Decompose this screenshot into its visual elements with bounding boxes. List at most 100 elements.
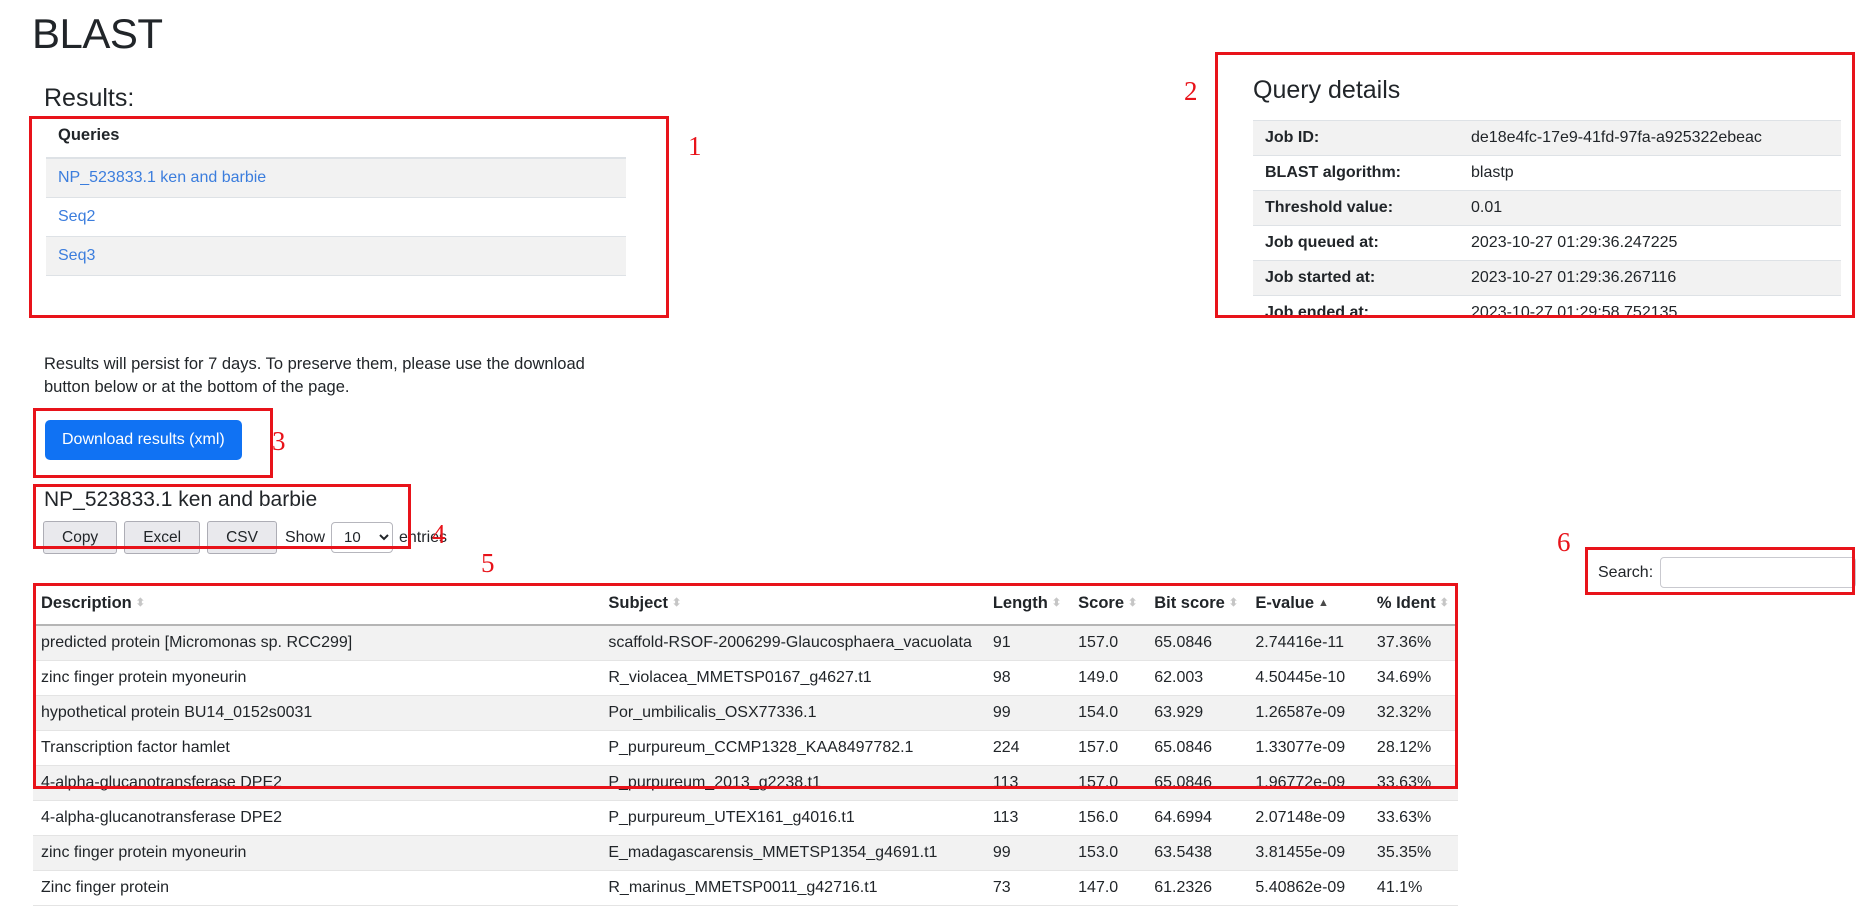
results-column-header-ident[interactable]: % Ident ⬍: [1368, 585, 1458, 626]
blast-hits-table: Description ⬍ Subject ⬍ Length ⬍ Score ⬍ Bit sco…: [33, 585, 1458, 906]
cell-length: 73: [984, 870, 1071, 906]
show-label: Show: [284, 528, 325, 546]
results-column-header-evalue[interactable]: E-value ▲: [1247, 585, 1369, 626]
table-row[interactable]: 4-alpha-glucanotransferase DPE2 P_purpure…: [33, 800, 1458, 836]
query-cell: Seq2: [46, 197, 626, 237]
cell-evalue: 4.50445e-10: [1247, 660, 1369, 696]
results-table-container: Description ⬍ Subject ⬍ Length ⬍ Score ⬍ Bit sco…: [33, 585, 1458, 906]
query-link[interactable]: Seq2: [58, 208, 95, 225]
cell-score: 157.0: [1070, 625, 1147, 661]
results-column-header-bit_score[interactable]: Bit score ⬍: [1146, 585, 1248, 626]
queries-header-row: Queries: [46, 116, 626, 159]
cell-length: 113: [984, 765, 1071, 801]
cell-description: Zinc finger protein: [33, 870, 601, 906]
query-details-panel: Query details Job ID: de18e4fc-17e9-41fd-…: [1215, 52, 1855, 330]
cell-evalue: 1.33077e-09: [1247, 730, 1369, 766]
download-results-xml-button[interactable]: Download results (xml): [45, 420, 242, 460]
query-link[interactable]: Seq3: [58, 247, 95, 264]
annotation-number-1: 1: [688, 131, 702, 161]
query-cell: Seq3: [46, 236, 626, 276]
query-detail-label: Job queued at:: [1253, 225, 1459, 261]
queries-table: Queries NP_523833.1 ken and barbie Seq2 Se…: [46, 116, 626, 276]
cell-description: zinc finger protein myoneurin: [33, 660, 601, 696]
results-heading: Results:: [44, 84, 135, 112]
table-row[interactable]: 4-alpha-glucanotransferase DPE2 P_purpure…: [33, 765, 1458, 801]
query-detail-row: Job queued at: 2023-10-27 01:29:36.247225: [1253, 225, 1841, 261]
cell-description: hypothetical protein BU14_0152s0031: [33, 695, 601, 731]
query-detail-row: BLAST algorithm: blastp: [1253, 155, 1841, 191]
search-input[interactable]: [1660, 557, 1857, 588]
csv-button[interactable]: CSV: [207, 521, 277, 555]
cell-score: 149.0: [1070, 660, 1147, 696]
cell-ident: 34.69%: [1368, 660, 1458, 696]
entries-label: entries: [399, 528, 448, 546]
table-row[interactable]: hypothetical protein BU14_0152s0031 Por_u…: [33, 695, 1458, 731]
annotation-number-6: 6: [1557, 527, 1571, 557]
results-column-label: Subject: [608, 594, 668, 612]
cell-evalue: 2.07148e-09: [1247, 800, 1369, 836]
cell-subject: P_purpureum_CCMP1328_KAA8497782.1: [600, 730, 985, 766]
cell-bit_score: 63.5438: [1146, 835, 1248, 871]
results-column-header-subject[interactable]: Subject ⬍: [600, 585, 985, 626]
download-button-container: Download results (xml): [33, 408, 273, 478]
cell-ident: 32.32%: [1368, 695, 1458, 731]
query-list-item[interactable]: Seq2: [46, 197, 626, 237]
cell-length: 99: [984, 835, 1071, 871]
cell-score: 147.0: [1070, 870, 1147, 906]
table-row[interactable]: Zinc finger protein R_marinus_MMETSP0011_…: [33, 870, 1458, 906]
sort-neutral-icon: ⬍: [1439, 597, 1449, 610]
cell-ident: 28.12%: [1368, 730, 1458, 766]
sort-neutral-icon: ⬍: [135, 597, 145, 610]
cell-bit_score: 65.0846: [1146, 765, 1248, 801]
table-row[interactable]: Transcription factor hamlet P_purpureum_C…: [33, 730, 1458, 766]
query-list-item[interactable]: Seq3: [46, 236, 626, 276]
copy-button[interactable]: Copy: [43, 521, 118, 555]
hit-table-title: NP_523833.1 ken and barbie: [44, 488, 318, 511]
query-link[interactable]: NP_523833.1 ken and barbie: [58, 169, 266, 186]
query-detail-value: 2023-10-27 01:29:36.267116: [1459, 260, 1841, 296]
query-detail-row: Job ended at: 2023-10-27 01:29:58.752135: [1253, 295, 1841, 330]
query-detail-value: de18e4fc-17e9-41fd-97fa-a925322ebeac: [1459, 120, 1841, 156]
cell-bit_score: 61.2326: [1146, 870, 1248, 906]
entries-length-control: Show 102550100 entries: [284, 522, 448, 554]
cell-length: 98: [984, 660, 1071, 696]
results-column-label: % Ident: [1376, 594, 1436, 612]
results-column-header-length[interactable]: Length ⬍: [984, 585, 1071, 626]
query-details-table: Job ID: de18e4fc-17e9-41fd-97fa-a925322eb…: [1253, 120, 1841, 330]
query-list-item[interactable]: NP_523833.1 ken and barbie: [46, 158, 626, 198]
cell-evalue: 3.81455e-09: [1247, 835, 1369, 871]
results-column-label: Score: [1078, 594, 1124, 612]
cell-description: predicted protein [Micromonas sp. RCC299…: [33, 625, 601, 661]
cell-evalue: 5.40862e-09: [1247, 870, 1369, 906]
hit-table-toolbar: NP_523833.1 ken and barbie Copy Excel CS…: [33, 484, 447, 555]
search-control: Search:: [1598, 557, 1857, 588]
cell-description: zinc finger protein myoneurin: [33, 835, 601, 871]
cell-ident: 41.1%: [1368, 870, 1458, 906]
query-cell: NP_523833.1 ken and barbie: [46, 158, 626, 198]
query-detail-label: Threshold value:: [1253, 190, 1459, 226]
query-detail-label: Job ended at:: [1253, 295, 1459, 330]
sort-neutral-icon: ⬍: [1228, 597, 1239, 610]
cell-subject: R_violacea_MMETSP0167_g4627.t1: [600, 660, 985, 696]
search-panel: Search:: [1585, 547, 1857, 595]
annotation-number-3: 3: [272, 426, 286, 456]
table-row[interactable]: zinc finger protein myoneurin E_madagasca…: [33, 835, 1458, 871]
excel-button[interactable]: Excel: [124, 521, 201, 555]
table-row[interactable]: predicted protein [Micromonas sp. RCC299…: [33, 625, 1458, 661]
queries-panel: Queries NP_523833.1 ken and barbie Seq2 Se…: [29, 116, 669, 318]
cell-subject: P_purpureum_UTEX161_g4016.t1: [600, 800, 985, 836]
sort-neutral-icon: ⬍: [671, 597, 682, 610]
table-row[interactable]: zinc finger protein myoneurin R_violacea_…: [33, 660, 1458, 696]
results-column-header-description[interactable]: Description ⬍: [33, 585, 601, 626]
query-detail-value: 0.01: [1459, 190, 1841, 226]
results-column-label: Description: [41, 594, 132, 612]
cell-ident: 33.63%: [1368, 765, 1458, 801]
cell-subject: Por_umbilicalis_OSX77336.1: [600, 695, 985, 731]
results-persistence-note: Results will persist for 7 days. To pres…: [44, 354, 585, 397]
entries-per-page-select[interactable]: 102550100: [331, 522, 393, 554]
results-column-header-score[interactable]: Score ⬍: [1070, 585, 1147, 626]
cell-length: 113: [984, 800, 1071, 836]
sort-neutral-icon: ⬍: [1128, 597, 1138, 610]
results-header-row: Description ⬍ Subject ⬍ Length ⬍ Score ⬍ Bit sco…: [33, 585, 1458, 626]
results-column-label: Bit score: [1154, 594, 1225, 612]
